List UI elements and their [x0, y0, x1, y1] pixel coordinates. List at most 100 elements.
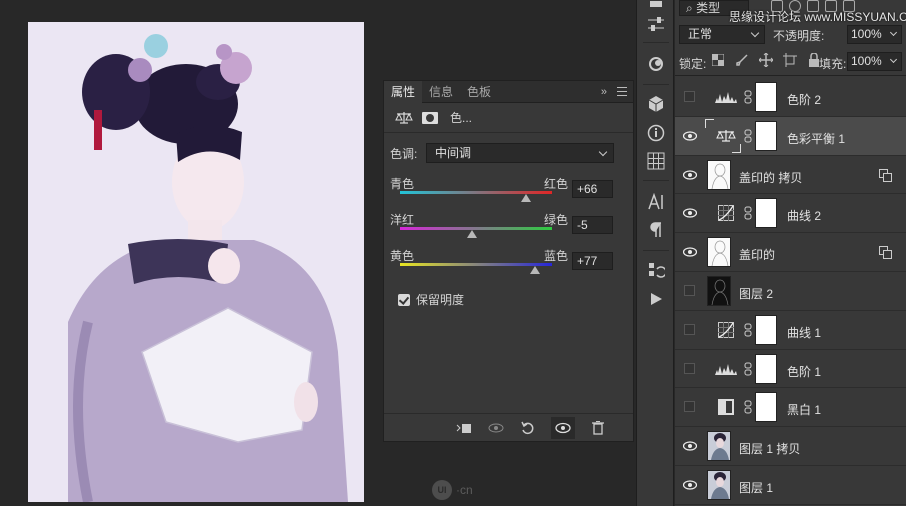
layer-name[interactable]: 图层 1	[739, 479, 773, 496]
levels-icon	[711, 85, 741, 109]
opacity-input[interactable]: 100%	[847, 25, 902, 44]
eye-icon[interactable]	[683, 168, 697, 182]
eye-icon[interactable]	[683, 129, 697, 143]
layer-row[interactable]: 图层 1	[675, 466, 906, 505]
layer-name[interactable]: 黑白 1	[787, 401, 821, 418]
link-icon	[743, 323, 753, 337]
photo-thumbnail[interactable]	[707, 431, 731, 462]
magenta-green-value[interactable]: -5	[572, 216, 613, 234]
trash-icon[interactable]	[589, 419, 607, 437]
tab-swatches[interactable]: 色板	[460, 81, 498, 103]
cyan-red-value[interactable]: +66	[572, 180, 613, 198]
layer-name[interactable]: 盖印的 拷贝	[739, 169, 802, 186]
preserve-luminosity-row[interactable]: 保留明度	[398, 291, 464, 308]
visibility-off-box[interactable]	[684, 362, 695, 374]
sketch-thumbnail[interactable]	[707, 237, 731, 268]
panel-menu-icon[interactable]	[617, 87, 627, 96]
paragraph-icon[interactable]	[646, 220, 666, 240]
panel-dock-icons	[636, 0, 674, 506]
layer-row[interactable]: 黑白 1	[675, 388, 906, 428]
layer-name[interactable]: 色阶 2	[787, 91, 821, 108]
layer-mask-thumbnail[interactable]	[755, 392, 777, 423]
lock-brush-icon[interactable]	[735, 53, 749, 67]
visibility-off-box[interactable]	[684, 401, 695, 413]
layer-name[interactable]: 图层 1 拷贝	[739, 440, 800, 457]
fill-input[interactable]: 100%	[847, 52, 902, 71]
layer-row[interactable]: 色阶 1	[675, 350, 906, 389]
adjust-sliders-icon[interactable]	[646, 14, 666, 34]
adjustment-title: 色...	[450, 111, 473, 125]
layer-name[interactable]: 色彩平衡 1	[787, 130, 845, 147]
layer-row[interactable]: 色阶 2	[675, 78, 906, 117]
site-watermark: 思缘设计论坛 www.MISSYUAN.COM	[729, 10, 906, 24]
lock-icons	[711, 53, 821, 67]
lock-transparent-icon[interactable]	[711, 53, 725, 67]
sketch-thumbnail[interactable]	[707, 159, 731, 190]
properties-tab-bar: 属性 信息 色板 »	[384, 80, 633, 103]
visibility-off-box[interactable]	[684, 284, 695, 296]
ui-cn-text: ·cn	[456, 483, 473, 497]
layer-mask-thumbnail[interactable]	[755, 198, 777, 229]
layer-mask-thumbnail[interactable]	[755, 82, 777, 112]
cyan-red-thumb[interactable]	[521, 194, 532, 202]
layer-row[interactable]: 曲线 2	[675, 194, 906, 234]
tone-row: 色调: 中间调	[390, 143, 614, 163]
reset-icon[interactable]	[519, 419, 537, 437]
eye-icon[interactable]	[683, 439, 697, 453]
yellow-blue-thumb[interactable]	[529, 266, 540, 274]
history-icon[interactable]	[646, 260, 666, 280]
visibility-off-box[interactable]	[684, 323, 695, 335]
layer-mask-thumbnail[interactable]	[755, 314, 777, 345]
link-icon	[743, 129, 753, 143]
layer-name[interactable]: 色阶 1	[787, 363, 821, 380]
channels-icon[interactable]	[646, 54, 666, 74]
dark-thumbnail[interactable]	[707, 275, 731, 306]
eye-icon[interactable]	[683, 206, 697, 220]
preserve-luminosity-label: 保留明度	[416, 293, 465, 307]
play-icon[interactable]	[646, 289, 666, 309]
visibility-icon[interactable]	[551, 416, 575, 439]
tab-properties[interactable]: 属性	[384, 80, 423, 103]
layer-row[interactable]: 图层 1 拷贝	[675, 427, 906, 466]
yellow-blue-value[interactable]: +77	[572, 252, 613, 270]
layer-row[interactable]: 色彩平衡 1	[675, 116, 906, 156]
eye-icon[interactable]	[683, 245, 697, 259]
lock-move-icon[interactable]	[759, 53, 773, 67]
eye-icon[interactable]	[683, 478, 697, 492]
preserve-luminosity-checkbox[interactable]	[398, 293, 410, 306]
color-balance-icon[interactable]	[394, 109, 414, 127]
mask-icon[interactable]	[420, 109, 440, 127]
expand-icon[interactable]: »	[601, 81, 607, 103]
layer-row[interactable]: 盖印的 拷贝	[675, 156, 906, 195]
yellow-label: 黄色	[390, 249, 415, 263]
layer-mask-thumbnail[interactable]	[755, 353, 777, 384]
character-icon[interactable]	[646, 192, 666, 212]
layer-row[interactable]: 图层 2	[675, 272, 906, 311]
tab-info[interactable]: 信息	[422, 81, 460, 103]
layer-name[interactable]: 盖印的	[739, 246, 775, 263]
layer-name[interactable]: 图层 2	[739, 285, 773, 302]
red-label: 红色	[543, 177, 568, 191]
clip-to-layer-icon[interactable]	[455, 419, 473, 437]
properties-footer	[384, 413, 633, 441]
info-icon[interactable]	[646, 123, 666, 143]
smart-object-icon	[879, 246, 892, 260]
dock-top-icon[interactable]	[646, 0, 666, 8]
3d-cube-icon[interactable]	[646, 94, 666, 114]
grid-icon[interactable]	[646, 151, 666, 171]
layer-name[interactable]: 曲线 1	[787, 324, 821, 341]
layer-name[interactable]: 曲线 2	[787, 207, 821, 224]
layer-mask-thumbnail[interactable]	[755, 120, 777, 151]
cyan-red-slider: 青色 红色 +66	[390, 175, 622, 211]
layer-row[interactable]: 曲线 1	[675, 311, 906, 350]
blend-mode-select[interactable]: 正常	[679, 25, 765, 44]
lock-artboard-icon[interactable]	[783, 53, 797, 67]
visibility-off-box[interactable]	[684, 91, 695, 102]
magenta-green-thumb[interactable]	[467, 230, 478, 238]
tone-select[interactable]: 中间调	[426, 143, 614, 163]
photo-thumbnail[interactable]	[707, 469, 731, 500]
view-previous-icon[interactable]	[487, 419, 505, 437]
layer-row[interactable]: 盖印的	[675, 233, 906, 272]
link-icon	[743, 206, 753, 220]
magenta-label: 洋红	[390, 213, 415, 227]
